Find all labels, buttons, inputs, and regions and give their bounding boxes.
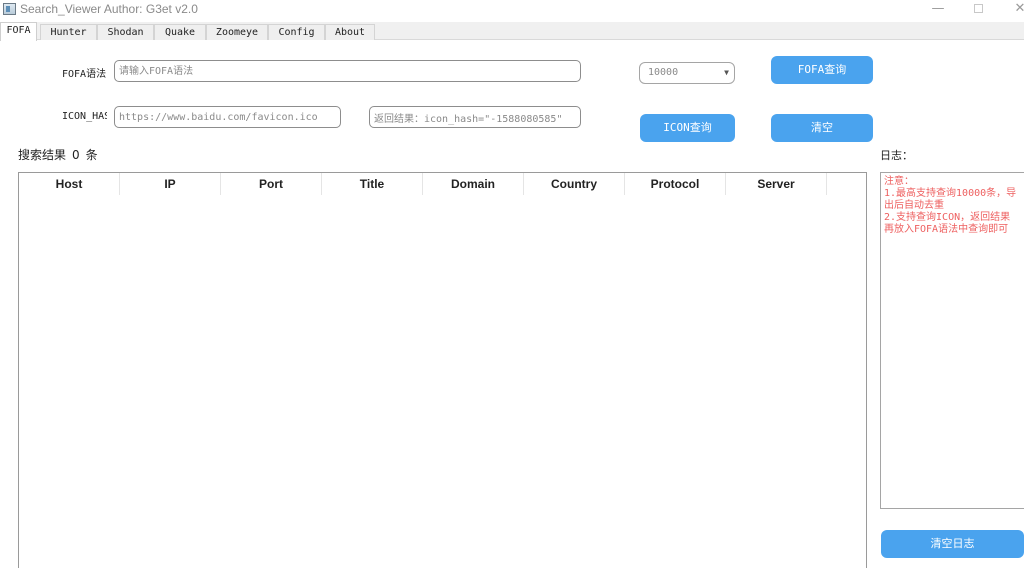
column-header-ip[interactable]: IP — [120, 173, 221, 195]
log-line: 出后自动去重 — [884, 200, 944, 211]
log-panel[interactable]: 注意： 1.最高支持查询10000条，导 出后自动去重 2.支持查询ICON，返… — [880, 172, 1024, 509]
limit-select[interactable]: 10000 ▼ — [639, 62, 735, 84]
tab-config[interactable]: Config — [268, 24, 325, 40]
tab-fofa[interactable]: FOFA — [0, 22, 37, 41]
chevron-down-icon: ▼ — [724, 68, 729, 77]
limit-select-value: 10000 — [648, 67, 679, 78]
title-bar: Search_Viewer Author: G3et v2.0 — ✕ — [0, 0, 1024, 20]
log-line: 2.支持查询ICON，返回结果 — [884, 212, 1011, 223]
tab-quake[interactable]: Quake — [154, 24, 206, 40]
icon-query-button[interactable]: ICON查询 — [640, 114, 735, 142]
tab-hunter[interactable]: Hunter — [40, 24, 97, 40]
clear-log-button[interactable]: 清空日志 — [881, 530, 1024, 558]
result-unit: 条 — [85, 148, 98, 162]
clear-button[interactable]: 清空 — [771, 114, 873, 142]
tab-shodan[interactable]: Shodan — [97, 24, 154, 40]
results-table[interactable]: Host IP Port Title Domain Country Protoc… — [18, 172, 867, 568]
app-icon — [3, 3, 16, 15]
log-line: 再放入FOFA语法中查询即可 — [884, 224, 1009, 235]
column-header-domain[interactable]: Domain — [423, 173, 524, 195]
maximize-button[interactable] — [958, 0, 998, 18]
fofa-syntax-label: FOFA语法 — [62, 69, 107, 80]
log-line: 1.最高支持查询10000条，导 — [884, 188, 1017, 199]
column-header-protocol[interactable]: Protocol — [625, 173, 726, 195]
column-header-port[interactable]: Port — [221, 173, 322, 195]
fofa-syntax-input[interactable] — [114, 60, 581, 82]
table-header: Host IP Port Title Domain Country Protoc… — [19, 173, 827, 195]
column-header-host[interactable]: Host — [19, 173, 120, 195]
result-label-text: 搜索结果 — [18, 148, 67, 162]
minimize-button[interactable]: — — [918, 0, 958, 18]
column-header-country[interactable]: Country — [524, 173, 625, 195]
maximize-icon — [973, 4, 983, 13]
result-count: 0 — [72, 148, 80, 162]
column-header-server[interactable]: Server — [726, 173, 827, 195]
window-title: Search_Viewer Author: G3et v2.0 — [20, 2, 198, 16]
column-header-title[interactable]: Title — [322, 173, 423, 195]
icon-url-input[interactable] — [114, 106, 341, 128]
log-line: 注意： — [884, 176, 914, 187]
icon-hash-result-field[interactable] — [369, 106, 581, 128]
tab-bar: FOFA Hunter Shodan Quake Zoomeye Config … — [0, 22, 1024, 41]
close-button[interactable]: ✕ — [1000, 0, 1024, 18]
fofa-query-button[interactable]: FOFA查询 — [771, 56, 873, 84]
tab-zoomeye[interactable]: Zoomeye — [206, 24, 268, 40]
result-count-label: 搜索结果 0 条 — [18, 146, 98, 163]
tab-about[interactable]: About — [325, 24, 375, 40]
log-label: 日志： — [880, 149, 913, 162]
icon-hash-label: ICON_HASH — [62, 111, 107, 122]
